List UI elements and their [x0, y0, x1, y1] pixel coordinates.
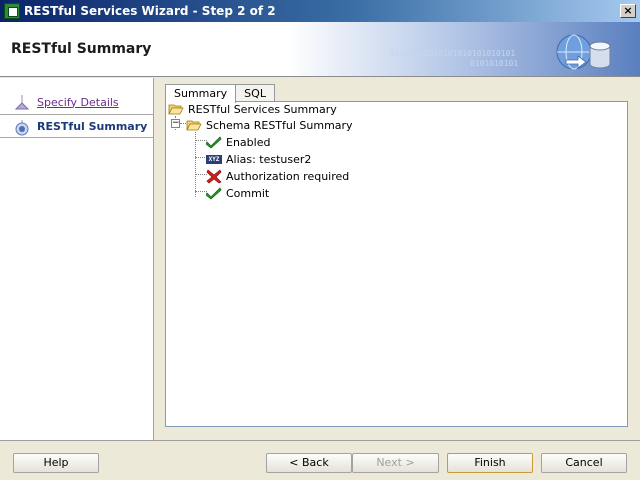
wizard-header: RESTful Summary 010101010101010101010101… — [0, 22, 640, 77]
tree-item-label: Authorization required — [226, 169, 350, 183]
back-button[interactable]: < Back — [266, 453, 352, 473]
nav-step-restful-summary-label: RESTful Summary — [37, 119, 148, 133]
tree-item-enabled[interactable]: Enabled — [206, 134, 270, 150]
tree-schema-label: Schema RESTful Summary — [206, 118, 353, 132]
wizard-content: Summary SQL RESTful Services Summary − S… — [155, 78, 640, 440]
help-button[interactable]: Help — [13, 453, 99, 473]
tab-summary[interactable]: Summary — [165, 84, 237, 103]
nav-step-specify-details[interactable]: Specify Details — [0, 90, 153, 114]
next-button[interactable]: Next > — [352, 453, 439, 473]
checkmark-icon — [206, 187, 222, 200]
tab-bar: Summary SQL — [165, 84, 275, 103]
tree-item-label: Alias: testuser2 — [226, 152, 312, 166]
tree-root-label: RESTful Services Summary — [188, 102, 337, 116]
tree-connector — [195, 132, 196, 197]
step-visited-icon — [14, 95, 30, 110]
folder-open-icon — [186, 120, 202, 131]
button-bar: Help < Back Next > Finish Cancel — [0, 440, 640, 480]
cross-icon — [206, 168, 222, 183]
close-button[interactable]: × — [620, 4, 636, 18]
wizard-window: RESTful Services Wizard - Step 2 of 2 × … — [0, 0, 640, 480]
finish-button[interactable]: Finish — [447, 453, 533, 473]
checkmark-icon — [206, 136, 222, 149]
nav-step-restful-summary[interactable]: RESTful Summary — [0, 114, 153, 138]
tree-item-label: Commit — [226, 186, 270, 200]
cancel-button[interactable]: Cancel — [541, 453, 627, 473]
tree-item-label: Enabled — [226, 135, 271, 149]
alias-icon: XYZ — [206, 154, 222, 164]
nav-step-specify-details-link[interactable]: Specify Details — [37, 96, 119, 109]
page-title: RESTful Summary — [11, 41, 152, 57]
wizard-app-icon — [4, 3, 20, 19]
header-binary-decoration: 01010101010101010101010101 — [390, 49, 516, 58]
tree-item-commit[interactable]: Commit — [206, 185, 269, 201]
step-current-icon — [15, 120, 29, 136]
wizard-steps-nav: Specify Details RESTful Summary — [0, 78, 154, 440]
tree-root-node[interactable]: RESTful Services Summary — [168, 101, 337, 117]
folder-open-icon — [168, 104, 184, 115]
header-binary-decoration-2: 0101010101 — [470, 59, 519, 68]
window-title: RESTful Services Wizard - Step 2 of 2 — [24, 4, 276, 18]
tree-schema-node[interactable]: Schema RESTful Summary — [186, 117, 353, 133]
summary-tree: RESTful Services Summary − Schema RESTfu… — [165, 101, 628, 427]
tree-item-alias[interactable]: XYZ Alias: testuser2 — [206, 151, 311, 167]
rest-database-icon — [556, 34, 611, 70]
tree-item-authorization[interactable]: Authorization required — [206, 168, 349, 184]
title-bar[interactable]: RESTful Services Wizard - Step 2 of 2 × — [0, 0, 640, 22]
tree-collapse-toggle[interactable]: − — [171, 119, 180, 128]
tab-sql[interactable]: SQL — [235, 84, 275, 102]
